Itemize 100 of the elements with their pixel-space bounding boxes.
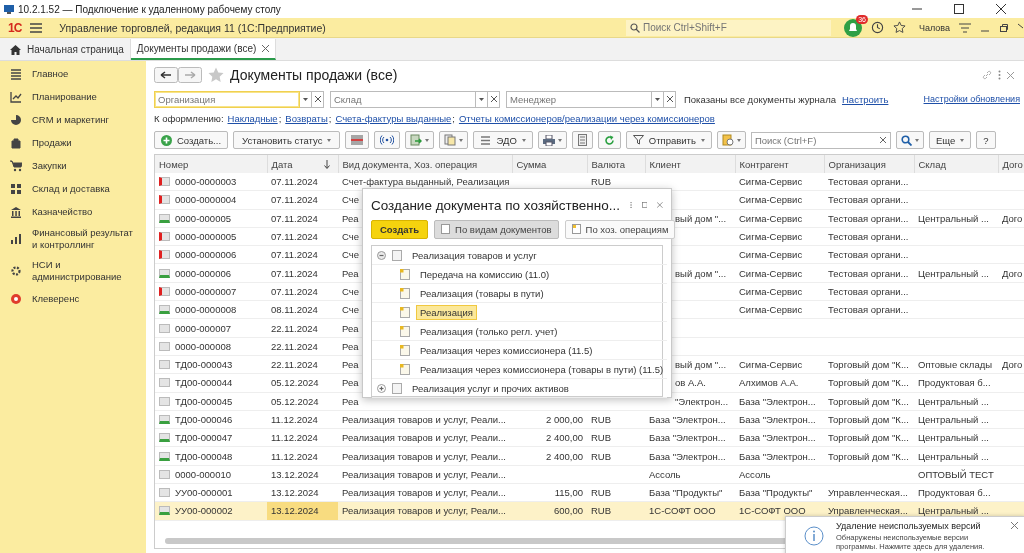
table-cell: RUB: [587, 483, 645, 502]
table-cell: 11.12.2024: [267, 446, 338, 466]
column-header[interactable]: Номер: [155, 155, 267, 173]
barcode-button[interactable]: [345, 131, 370, 149]
star-icon[interactable]: [208, 67, 224, 83]
table-cell: Торговый дом "К...: [824, 355, 914, 374]
search-field[interactable]: Поиск (Ctrl+F): [750, 131, 891, 149]
table-cell: Центральный ...: [914, 209, 998, 228]
column-header[interactable]: Контрагент: [735, 155, 824, 173]
table-cell: 0000-0000005: [175, 231, 237, 243]
refresh-icon: [603, 134, 615, 146]
sidebar-item[interactable]: Склад и доставка: [0, 177, 146, 200]
funnel-icon: [632, 135, 644, 145]
clear-button[interactable]: [312, 90, 324, 108]
tab[interactable]: Документы продажи (все): [130, 39, 277, 60]
todo-link[interactable]: Счета-фактуры выданные: [335, 112, 452, 124]
report-button[interactable]: [716, 131, 746, 149]
help-button[interactable]: ?: [976, 131, 996, 149]
table-cell: RUB: [587, 410, 645, 429]
column-header[interactable]: Организация: [824, 155, 914, 173]
table-cell: 0000-0000008: [175, 304, 237, 316]
broadcast-button[interactable]: [374, 131, 401, 149]
close-icon[interactable]: [262, 45, 270, 52]
sort-arrow-icon: [323, 159, 330, 169]
back-button[interactable]: [154, 67, 178, 83]
table-cell: ТД00-000044: [175, 377, 233, 389]
copy-button[interactable]: [439, 131, 469, 149]
print-button[interactable]: [537, 131, 567, 149]
column-header[interactable]: Валюта: [587, 155, 645, 173]
table-cell: 05.12.2024: [267, 392, 338, 411]
search-button[interactable]: [895, 131, 924, 149]
list-button[interactable]: [571, 131, 593, 149]
document-icon: [392, 249, 402, 261]
refresh-button[interactable]: [597, 131, 621, 149]
more-icon[interactable]: [998, 70, 1001, 80]
create-button[interactable]: Создать: [371, 219, 429, 239]
sidebar-item[interactable]: Финансовый результат и контроллинг: [0, 223, 146, 255]
history-icon[interactable]: [870, 21, 884, 34]
todo-link[interactable]: Возвраты: [285, 112, 328, 124]
mode-toggle[interactable]: По видам документов: [434, 219, 559, 239]
sidebar-item[interactable]: НСИ и администрирование: [0, 255, 146, 287]
table-cell: Центральный ...: [914, 264, 998, 283]
separator: ;: [452, 112, 455, 124]
expand-icon[interactable]: [377, 383, 386, 393]
table-cell: Тестовая органи...: [824, 300, 914, 319]
table-cell: 0000-0000006: [175, 249, 237, 261]
column-header[interactable]: Вид документа, Хоз. операция: [338, 155, 512, 173]
tab[interactable]: Начальная страница: [4, 39, 131, 60]
close-icon[interactable]: [996, 4, 1006, 14]
filter-field[interactable]: Менеджер: [506, 90, 652, 108]
refresh-settings-link[interactable]: Настройки обновления: [923, 94, 1020, 104]
menu-icon[interactable]: [30, 22, 43, 33]
barcode-icon: [351, 134, 364, 146]
column-header[interactable]: Сумма: [512, 155, 587, 173]
filter-field[interactable]: Склад: [330, 90, 476, 108]
table-cell: 07.11.2024: [267, 190, 338, 210]
global-search-field[interactable]: Поиск Ctrl+Shift+F: [625, 19, 831, 36]
more-icon[interactable]: [629, 200, 632, 210]
star-icon[interactable]: [892, 21, 906, 34]
sidebar-item[interactable]: Планирование: [0, 85, 146, 108]
table-cell: Реализация товаров и услуг, Реали...: [338, 483, 512, 502]
todo-link[interactable]: Отчеты комиссионеров/реализации через комиссионеров: [458, 112, 715, 124]
table-cell: 08.11.2024: [267, 300, 338, 319]
tree-item[interactable]: Реализация: [416, 304, 477, 320]
collapse-icon[interactable]: [377, 250, 386, 260]
sidebar-item[interactable]: Закупки: [0, 154, 146, 177]
document-icon: [392, 382, 402, 394]
sidebar-item[interactable]: CRM и маркетинг: [0, 108, 146, 131]
set-status-button[interactable]: Установить статус: [233, 131, 341, 149]
send-button[interactable]: Отправить: [625, 131, 712, 149]
clear-button[interactable]: [664, 90, 676, 108]
dropdown-button[interactable]: [300, 90, 312, 108]
more-button[interactable]: Еще: [928, 131, 972, 149]
sidebar-item[interactable]: Клеверенс: [0, 287, 146, 310]
column-header[interactable]: Дого: [998, 155, 1024, 173]
clear-icon[interactable]: [879, 137, 886, 143]
create-button[interactable]: Создать...: [154, 131, 229, 149]
restore-icon[interactable]: [999, 22, 1009, 33]
filter-field[interactable]: Организация: [154, 90, 300, 108]
column-header[interactable]: Клиент: [645, 155, 735, 173]
edo-button[interactable]: ЭДО: [473, 131, 533, 149]
sidebar-item[interactable]: Казначейство: [0, 200, 146, 223]
maximize-icon[interactable]: [954, 4, 964, 14]
link-icon[interactable]: [982, 70, 992, 80]
sidebar-item[interactable]: Продажи: [0, 131, 146, 154]
user-name[interactable]: Чалова: [918, 22, 950, 33]
todo-link[interactable]: Накладные: [227, 112, 278, 124]
table-cell: Торговый дом "К...: [824, 373, 914, 393]
settings-icon[interactable]: [959, 22, 971, 33]
clear-button[interactable]: [488, 90, 500, 108]
document-icon: [400, 363, 410, 375]
column-header[interactable]: Склад: [914, 155, 998, 173]
mode-toggle[interactable]: По хоз. операциям: [564, 219, 676, 239]
dropdown-button[interactable]: [652, 90, 664, 108]
info-icon: [804, 526, 824, 546]
configure-link[interactable]: Настроить: [842, 93, 889, 105]
sidebar-item[interactable]: Главное: [0, 62, 146, 85]
dropdown-button[interactable]: [476, 90, 488, 108]
table-cell: Тестовая органи...: [824, 173, 914, 191]
document-button[interactable]: [405, 131, 435, 149]
